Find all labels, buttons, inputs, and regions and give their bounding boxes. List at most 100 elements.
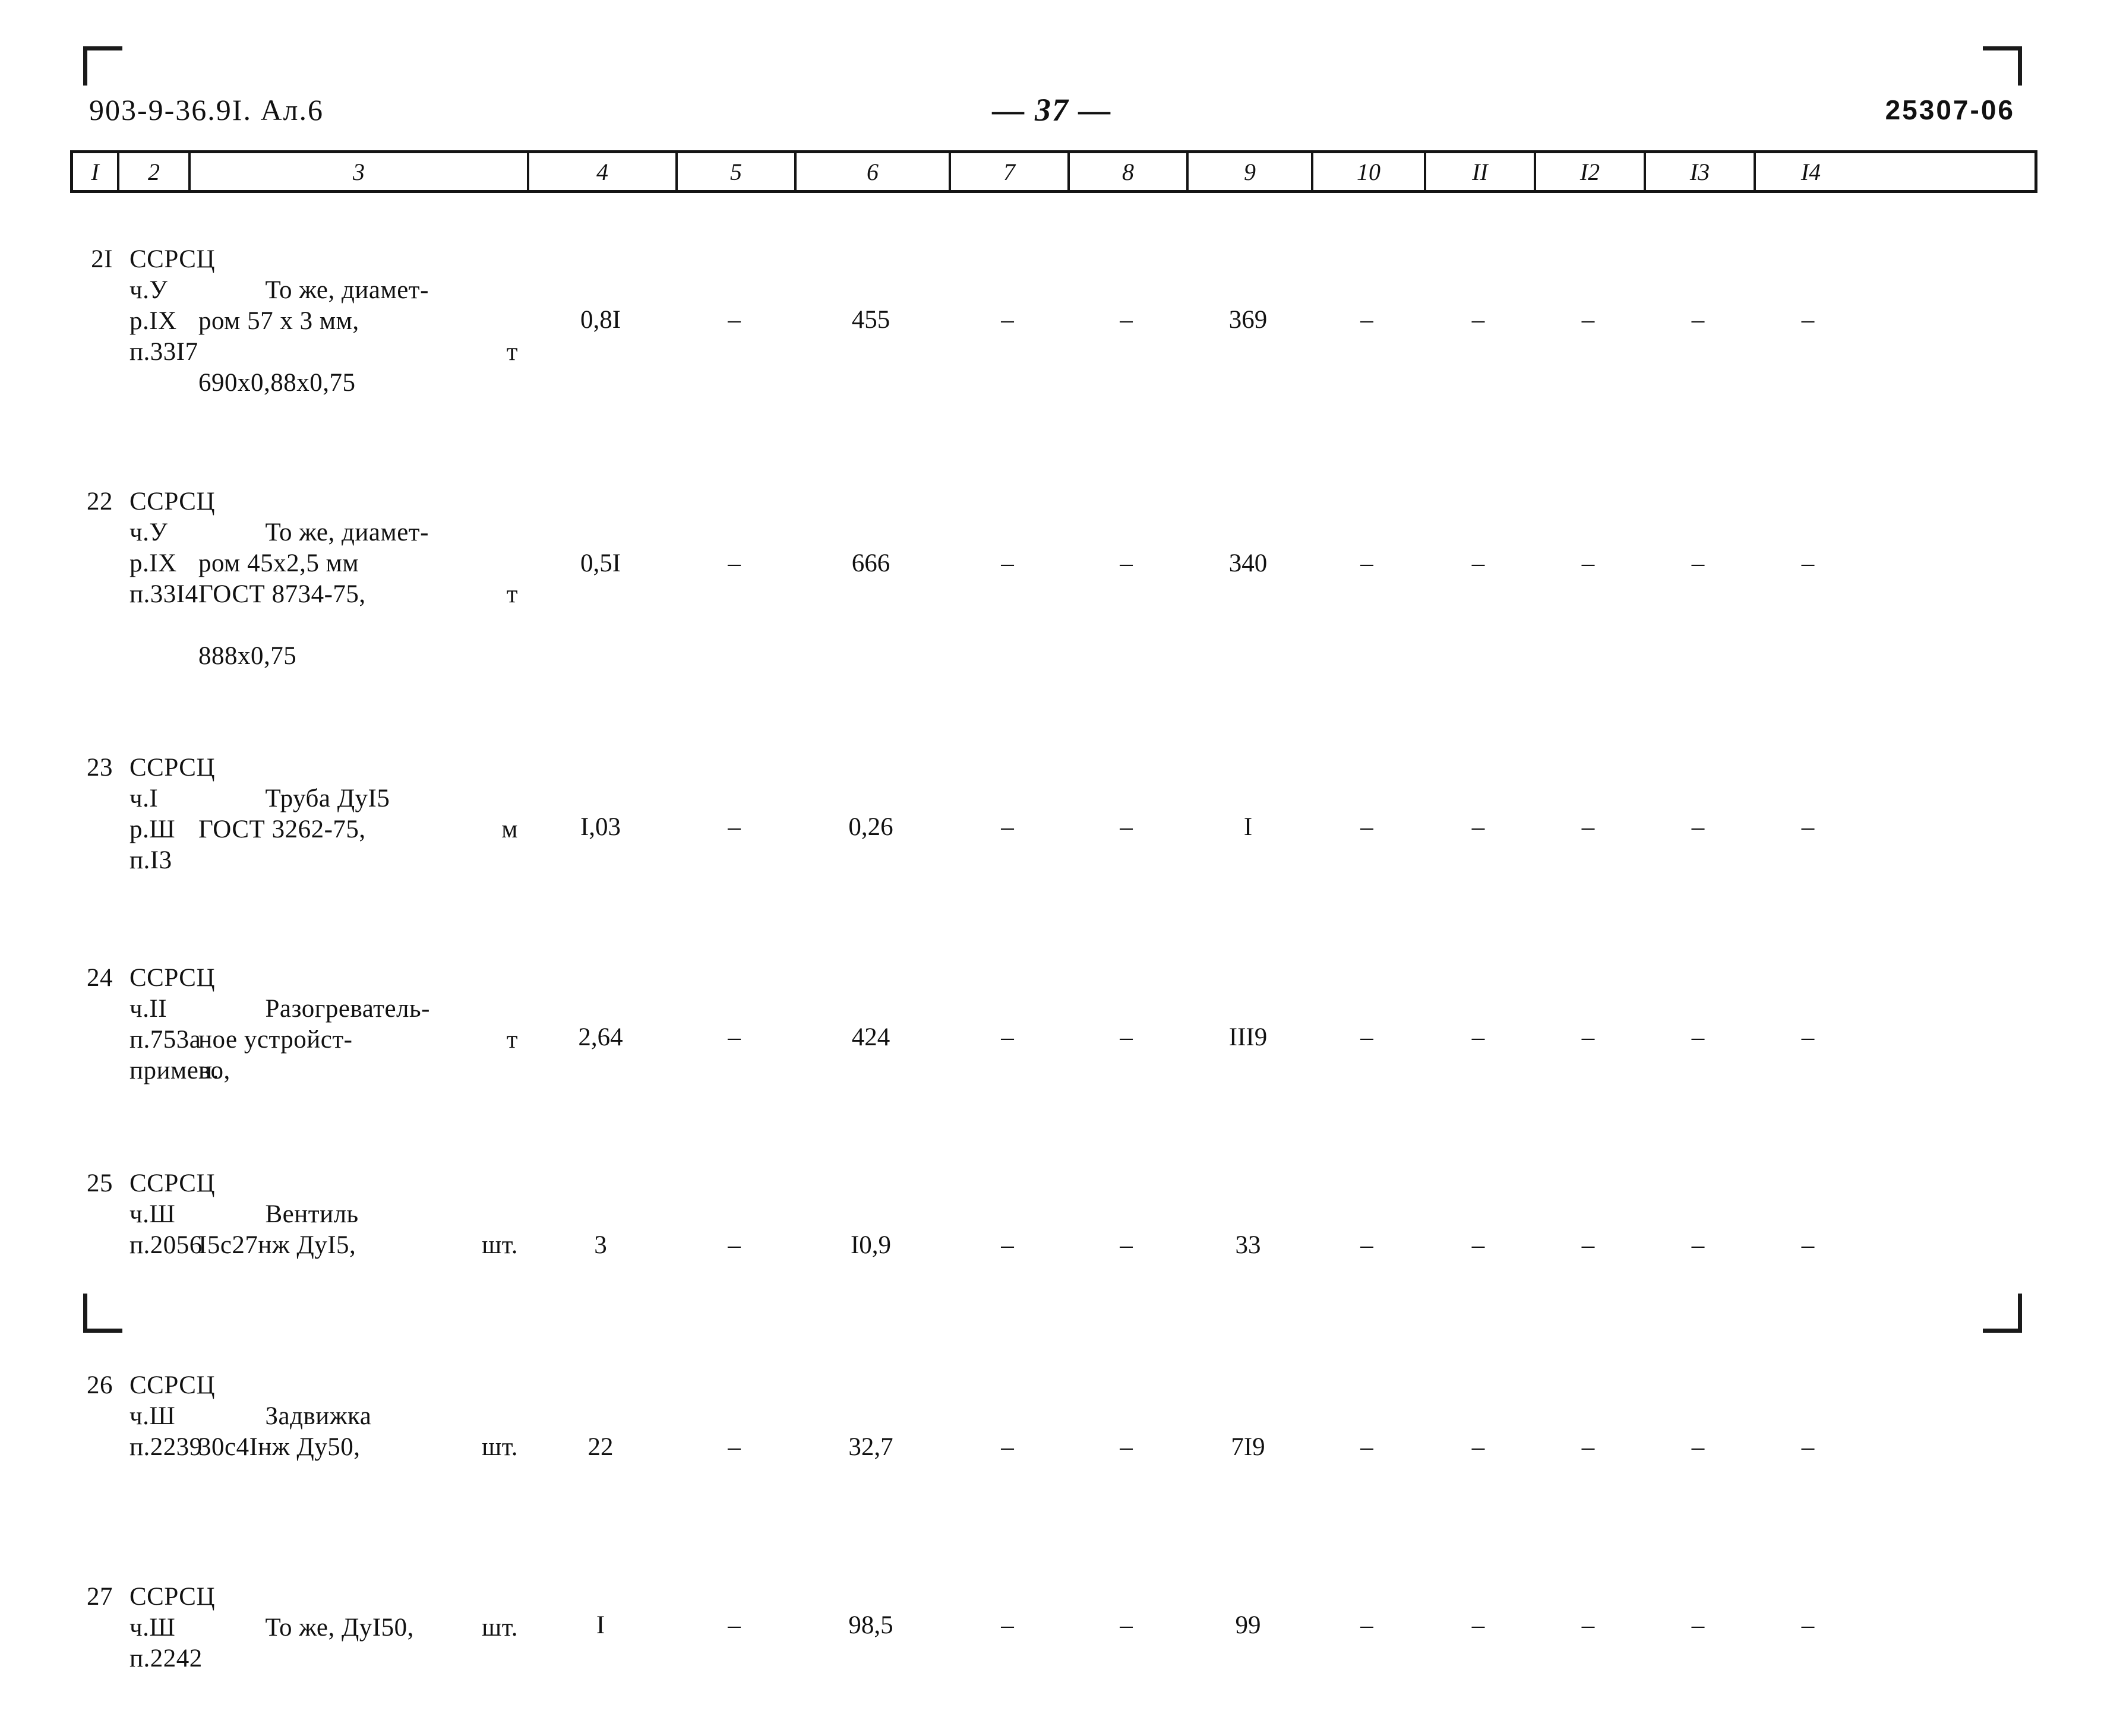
cell-col13: – xyxy=(1691,1433,1705,1461)
row-number: 26 xyxy=(87,1371,113,1399)
column-header-13: I3 xyxy=(1646,153,1756,190)
column-header-14: I4 xyxy=(1800,158,1821,185)
cell-col14: – xyxy=(1801,1023,1815,1051)
cell-col14: – xyxy=(1801,1433,1815,1461)
table-row: 24 ССРСЦ ч.II п.753а примен. Разогревате… xyxy=(70,958,2037,1148)
row-number: 2I xyxy=(91,245,113,273)
cell-col10: – xyxy=(1360,1231,1373,1259)
cell-col7: – xyxy=(1001,1433,1014,1461)
norm-code: ССРСЦ ч.У р.IX п.33I4 xyxy=(129,488,216,608)
column-header-10: 10 xyxy=(1313,153,1426,190)
cell-col4: 2,64 xyxy=(578,1023,623,1051)
cell-col5: – xyxy=(728,1611,741,1639)
cell-col10: – xyxy=(1360,1433,1373,1461)
cell-col8: – xyxy=(1120,1611,1133,1639)
specification-table: I 2 3 4 5 6 7 8 9 10 II I2 I3 I4 2I ССРС… xyxy=(70,150,2037,1736)
cell-col11: – xyxy=(1471,1433,1485,1461)
row-number: 22 xyxy=(87,488,113,516)
item-description: Задвижка 30с4Iнж Ду50, шт. xyxy=(188,1365,526,1555)
table-body: 2I ССРСЦ ч.У р.IX п.33I7 То же, диамет- … xyxy=(70,239,2037,1736)
cell-col10: – xyxy=(1360,1023,1373,1051)
cell-col14: – xyxy=(1801,549,1815,577)
unit-of-measure: т xyxy=(506,580,518,608)
norm-code: ССРСЦ ч.У р.IX п.33I7 xyxy=(129,245,216,366)
item-description: Труба ДуI5 ГОСТ 3262-75, м xyxy=(188,748,526,938)
norm-code: ССРСЦ ч.Ш п.2242 xyxy=(129,1583,216,1672)
cell-col12: – xyxy=(1581,306,1595,334)
crop-mark-top-left xyxy=(83,46,122,86)
cell-col9: 7I9 xyxy=(1231,1433,1265,1461)
scanned-page: 903-9-36.9I. Ал.6 — 37 — 25307-06 I 2 3 … xyxy=(0,0,2104,1672)
cell-col11: – xyxy=(1471,813,1485,841)
crop-mark-top-right xyxy=(1983,46,2022,86)
cell-col12: – xyxy=(1581,1231,1595,1259)
column-header-4: 4 xyxy=(529,153,678,190)
unit-of-measure: шт. xyxy=(482,1614,518,1642)
cell-col5: – xyxy=(728,1231,741,1259)
table-row: 27 ССРСЦ ч.Ш п.2242 То же, ДуI50, шт. I … xyxy=(70,1577,2037,1736)
item-description: Разогреватель- ное устройст- во, т xyxy=(188,958,526,1148)
description-text: То же, диамет- ром 57 х 3 мм, 690х0,88х0… xyxy=(198,276,429,397)
cell-col9: 340 xyxy=(1228,549,1268,577)
cell-col13: – xyxy=(1691,306,1705,334)
norm-code: ССРСЦ ч.I р.Ш п.I3 xyxy=(129,754,216,874)
column-header-9: 9 xyxy=(1189,153,1313,190)
cell-col10: – xyxy=(1360,306,1373,334)
page-number: — 37 — xyxy=(992,92,1112,128)
description-text: То же, ДуI50, xyxy=(265,1614,414,1642)
cell-col8: – xyxy=(1120,549,1133,577)
cell-col7: – xyxy=(1001,306,1014,334)
cell-col5: – xyxy=(728,306,741,334)
cell-col5: – xyxy=(728,813,741,841)
column-header-2: 2 xyxy=(119,153,191,190)
column-header-12: I2 xyxy=(1536,153,1646,190)
unit-of-measure: шт. xyxy=(482,1231,518,1259)
cell-col11: – xyxy=(1471,549,1485,577)
cell-col6: 98,5 xyxy=(848,1611,893,1639)
cell-col14: – xyxy=(1801,813,1815,841)
cell-col5: – xyxy=(728,1023,741,1051)
description-text: Разогреватель- ное устройст- во, xyxy=(198,995,430,1084)
cell-col9: 99 xyxy=(1235,1611,1261,1639)
cell-col8: – xyxy=(1120,1231,1133,1259)
cell-col7: – xyxy=(1001,1611,1014,1639)
cell-col6: 424 xyxy=(851,1023,890,1051)
archive-stamp: 25307-06 xyxy=(1885,94,2015,125)
cell-col7: – xyxy=(1001,1023,1014,1051)
column-header-11: II xyxy=(1426,153,1536,190)
item-description: То же, диамет- ром 45х2,5 мм ГОСТ 8734-7… xyxy=(188,482,526,733)
norm-code: ССРСЦ ч.Ш п.2239 xyxy=(129,1371,216,1461)
cell-col11: – xyxy=(1471,1231,1485,1259)
cell-col8: – xyxy=(1120,1433,1133,1461)
column-header-5: 5 xyxy=(678,153,797,190)
cell-col12: – xyxy=(1581,1433,1595,1461)
item-description: Вентиль I5с27нж ДуI5, шт. xyxy=(188,1163,526,1354)
unit-of-measure: т xyxy=(506,338,518,366)
row-number: 24 xyxy=(87,964,113,992)
cell-col13: – xyxy=(1691,1611,1705,1639)
cell-col8: – xyxy=(1120,1023,1133,1051)
column-header-7: 7 xyxy=(951,153,1070,190)
cell-col10: – xyxy=(1360,813,1373,841)
description-text: Труба ДуI5 ГОСТ 3262-75, xyxy=(198,785,390,843)
cell-col14: – xyxy=(1801,1611,1815,1639)
description-text: То же, диамет- ром 45х2,5 мм ГОСТ 8734-7… xyxy=(198,518,429,670)
unit-of-measure: т xyxy=(506,1026,518,1054)
cell-col5: – xyxy=(728,549,741,577)
item-description: То же, диамет- ром 57 х 3 мм, 690х0,88х0… xyxy=(188,239,526,460)
table-row: 26 ССРСЦ ч.Ш п.2239 Задвижка 30с4Iнж Ду5… xyxy=(70,1365,2037,1555)
cell-col10: – xyxy=(1360,549,1373,577)
cell-col4: I xyxy=(596,1611,605,1639)
cell-col7: – xyxy=(1001,549,1014,577)
cell-col9: III9 xyxy=(1228,1023,1268,1051)
column-header-1: I xyxy=(73,153,119,190)
cell-col11: – xyxy=(1471,306,1485,334)
cell-col6: 0,26 xyxy=(848,813,893,841)
cell-col13: – xyxy=(1691,549,1705,577)
column-number-header-row: I 2 3 4 5 6 7 8 9 10 II I2 I3 I4 xyxy=(70,150,2037,193)
cell-col4: 0,5I xyxy=(580,549,621,577)
cell-col6: 32,7 xyxy=(848,1433,893,1461)
cell-col9: 33 xyxy=(1235,1231,1261,1259)
cell-col10: – xyxy=(1360,1611,1373,1639)
unit-of-measure: шт. xyxy=(482,1433,518,1461)
